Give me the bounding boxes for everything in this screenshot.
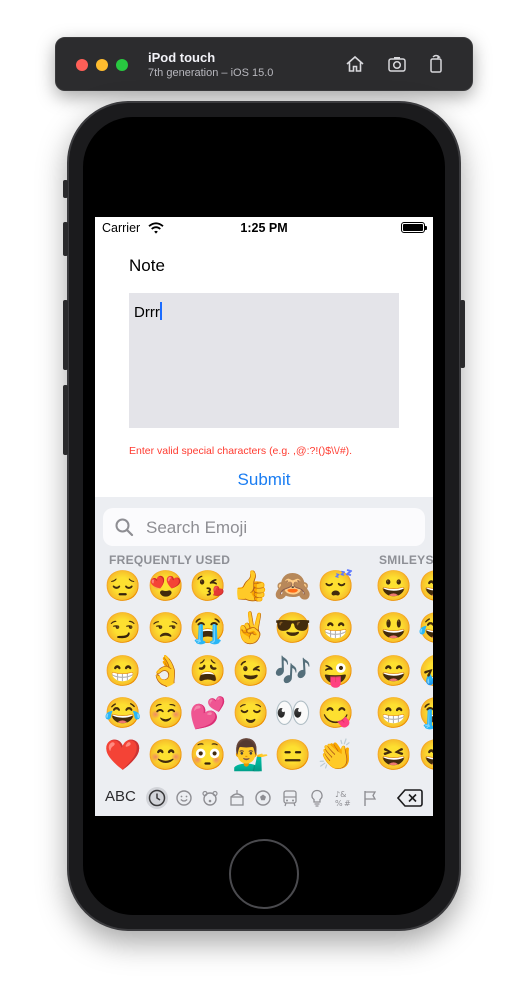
emoji-key[interactable]: 😎 xyxy=(273,609,313,649)
battery-icon xyxy=(401,222,427,233)
emoji-key[interactable]: 😏 xyxy=(103,609,143,649)
emoji-key[interactable]: 😅 xyxy=(417,567,433,607)
svg-text:♪&: ♪& xyxy=(335,790,346,799)
svg-text:#: # xyxy=(344,799,351,808)
emoji-key[interactable]: 😘 xyxy=(188,567,228,607)
mute-switch xyxy=(63,180,68,198)
emoji-key[interactable]: 👌 xyxy=(146,652,186,692)
delete-backspace-icon[interactable] xyxy=(396,787,423,809)
emoji-key[interactable]: 😍 xyxy=(146,567,186,607)
emoji-key[interactable]: 💕 xyxy=(188,694,228,734)
emoji-key[interactable]: 😭 xyxy=(417,694,433,734)
zoom-window-button[interactable] xyxy=(116,59,128,71)
emoji-key[interactable]: 😊 xyxy=(146,736,186,776)
note-text-value: Drrr xyxy=(134,302,162,321)
emoji-key[interactable]: 😑 xyxy=(273,736,313,776)
emoji-key[interactable]: 😋 xyxy=(316,694,356,734)
emoji-key[interactable]: 🤣 xyxy=(417,652,433,692)
emoji-key[interactable]: 👏 xyxy=(316,736,356,776)
volume-up-button xyxy=(63,222,68,256)
smiley-icon[interactable] xyxy=(173,787,195,809)
emoji-key[interactable]: 😀 xyxy=(374,567,414,607)
emoji-key[interactable]: 😅 xyxy=(417,736,433,776)
emoji-key[interactable]: 😴 xyxy=(316,567,356,607)
volume-down-button xyxy=(63,385,68,455)
emoji-key[interactable]: 🎶 xyxy=(273,652,313,692)
status-bar: Carrier 1:25 PM xyxy=(95,217,433,239)
rotate-icon[interactable] xyxy=(425,53,447,75)
emoji-key[interactable]: 😔 xyxy=(103,567,143,607)
emoji-key[interactable]: 😂 xyxy=(103,694,143,734)
emoji-key[interactable]: 🙈 xyxy=(273,567,313,607)
emoji-key[interactable]: 👍 xyxy=(231,567,271,607)
device-subtitle: 7th generation – iOS 15.0 xyxy=(148,67,274,79)
submit-button[interactable]: Submit xyxy=(95,470,433,490)
emoji-key[interactable]: ☺️ xyxy=(146,694,186,734)
symbols-icon[interactable]: ♪&% # xyxy=(332,787,354,809)
emoji-search-field[interactable]: Search Emoji xyxy=(103,508,425,546)
home-icon[interactable] xyxy=(344,53,366,75)
volume-up-button-2 xyxy=(63,300,68,370)
emoji-key[interactable]: 👀 xyxy=(273,694,313,734)
emoji-key[interactable]: 😁 xyxy=(374,694,414,734)
section-label-frequently-used: FREQUENTLY USED xyxy=(109,553,231,567)
emoji-key[interactable]: 💁‍♂️ xyxy=(231,736,271,776)
emoji-key[interactable]: 😉 xyxy=(231,652,271,692)
device-name: iPod touch xyxy=(148,50,216,65)
home-button[interactable] xyxy=(229,839,299,909)
keyboard-bottom-bar: ABC ♪&% # xyxy=(95,780,433,816)
travel-icon[interactable] xyxy=(279,787,301,809)
emoji-key[interactable]: 😌 xyxy=(231,694,271,734)
emoji-key[interactable]: 😳 xyxy=(188,736,228,776)
food-icon[interactable] xyxy=(226,787,248,809)
animal-icon[interactable] xyxy=(199,787,221,809)
screenshot-icon[interactable] xyxy=(386,53,408,75)
section-label-smileys: SMILEYS xyxy=(379,553,433,567)
validation-error-message: Enter valid special characters (e.g. ,@:… xyxy=(129,445,353,457)
emoji-key[interactable]: 😄 xyxy=(374,652,414,692)
emoji-key[interactable]: 😆 xyxy=(374,736,414,776)
text-cursor xyxy=(159,302,162,320)
note-title: Note xyxy=(129,256,165,275)
emoji-key[interactable]: 😭 xyxy=(188,609,228,649)
note-text-content: Drrr xyxy=(134,304,160,321)
emoji-key[interactable]: ✌️ xyxy=(231,609,271,649)
emoji-key[interactable]: ❤️ xyxy=(103,736,143,776)
emoji-search-placeholder: Search Emoji xyxy=(146,518,248,537)
emoji-key[interactable]: 😩 xyxy=(188,652,228,692)
emoji-key[interactable]: 😁 xyxy=(316,609,356,649)
emoji-keyboard: Search Emoji FREQUENTLY USED SMILEYS 😔 😏 😁… xyxy=(95,497,433,816)
minimize-window-button[interactable] xyxy=(96,59,108,71)
note-text-area[interactable]: Drrr xyxy=(129,293,399,428)
emoji-key[interactable]: 😒 xyxy=(146,609,186,649)
svg-text:%: % xyxy=(335,799,343,808)
status-time: 1:25 PM xyxy=(240,221,288,235)
sport-ball-icon[interactable] xyxy=(252,787,274,809)
emoji-key[interactable]: 😂 xyxy=(417,609,433,649)
emoji-key[interactable]: 😜 xyxy=(316,652,356,692)
recent-clock-icon[interactable] xyxy=(146,787,168,809)
emoji-grid: 😔 😏 😁 😂 ❤️ 😍 😒 👌 ☺️ 😊 😘 😭 😩 💕 😳 👍 ✌️ 😉 😌 💁‍♂️ 🙈 😎 🎶 👀 😑 😴 😁 😜 😋 👏 😀 😃 😄 😁… xyxy=(95,567,433,782)
close-window-button[interactable] xyxy=(76,59,88,71)
emoji-key[interactable]: 😃 xyxy=(374,609,414,649)
simulator-toolbar: iPod touch 7th generation – iOS 15.0 xyxy=(55,37,473,91)
device-screen: Carrier 1:25 PM Note Drrr Enter valid sp… xyxy=(95,217,433,816)
lightbulb-icon[interactable] xyxy=(306,787,328,809)
search-icon xyxy=(114,517,134,537)
power-button xyxy=(460,300,465,368)
emoji-key[interactable]: 😁 xyxy=(103,652,143,692)
abc-switch-button[interactable]: ABC xyxy=(105,788,136,805)
flag-icon[interactable] xyxy=(359,787,381,809)
